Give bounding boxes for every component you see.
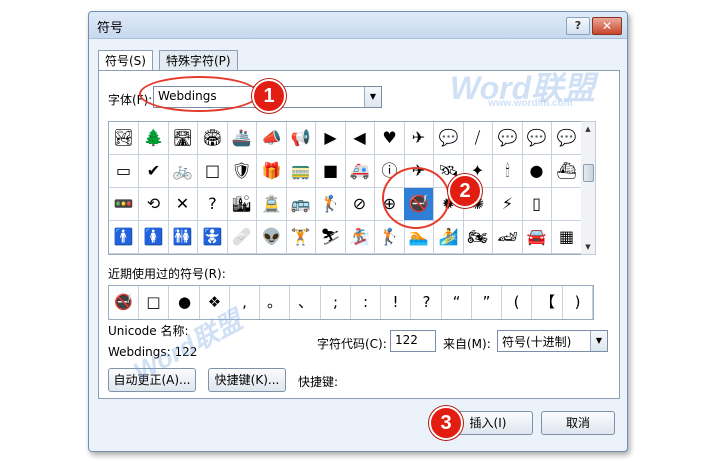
symbol-cell[interactable]: 🚊	[257, 188, 287, 221]
recent-symbol-cell[interactable]: ;	[321, 286, 351, 319]
recent-symbol-cell[interactable]: 、	[291, 286, 321, 319]
symbol-cell[interactable]: ⛴	[552, 155, 582, 188]
symbol-cell[interactable]: 🚻	[168, 221, 198, 254]
shortcut-label: 快捷键:	[298, 375, 339, 389]
font-callout-ellipse	[139, 76, 259, 112]
from-label: 来自(M):	[443, 337, 491, 351]
symbol-cell[interactable]: 💬	[434, 122, 464, 155]
char-code-value: 122	[395, 333, 418, 347]
recent-symbol-cell[interactable]: “	[442, 286, 472, 319]
symbol-cell[interactable]: 🚌	[286, 188, 316, 221]
help-button[interactable]: ?	[566, 17, 590, 35]
cancel-button[interactable]: 取消	[541, 411, 615, 435]
scroll-thumb[interactable]	[583, 164, 594, 182]
recent-symbol-cell[interactable]: ”	[472, 286, 502, 319]
scroll-up-arrow-icon[interactable]: ▲	[581, 122, 595, 136]
symbol-cell[interactable]: 🚹	[109, 221, 139, 254]
watermark-url: www.wordlm.com	[488, 98, 573, 109]
chevron-down-icon[interactable]: ▼	[364, 87, 381, 107]
recent-symbols-label: 近期使用过的符号(R):	[108, 267, 226, 281]
symbol-cell[interactable]: 🚑	[345, 155, 375, 188]
symbol-cell[interactable]: 🕯	[493, 155, 523, 188]
recent-symbol-cell[interactable]: 【	[533, 286, 563, 319]
shortcut-key-button[interactable]: 快捷键(K)...	[208, 368, 286, 392]
symbol-cell[interactable]: ⚡	[493, 188, 523, 221]
symbol-cell[interactable]	[552, 188, 582, 221]
symbol-cell[interactable]: ⧸	[463, 122, 493, 155]
symbol-cell[interactable]: 🏋	[286, 221, 316, 254]
step-2-badge: 2	[448, 174, 482, 208]
symbol-cell[interactable]: ▭	[109, 155, 139, 188]
symbol-cell[interactable]: 💬	[522, 122, 552, 155]
symbol-grid: 🏞 🌲 🛣 🏟 🚢 📣 📢 ▶ ◀ ♥ ✈ 💬 ⧸ 💬 💬 💬 ▭ ✔ 🚲 □ 🛡 🎁 🚃 ■ 🚑 ⓘ ✈ 🛰 ✦ 🕯 ● ⛴ 🚥 ⟲ ✕? 🏙 🚊 🚌 🏌…	[108, 121, 582, 255]
recent-symbol-cell[interactable]: :	[351, 286, 381, 319]
symbol-cell[interactable]: 💬	[552, 122, 582, 155]
symbol-cell[interactable]: 🏞	[109, 122, 139, 155]
symbol-cell[interactable]: 🏍	[463, 221, 493, 254]
char-code-label: 字符代码(C):	[317, 337, 387, 351]
symbol-cell[interactable]: ▶	[316, 122, 346, 155]
symbol-cell[interactable]: ✕	[168, 188, 198, 221]
symbol-cell[interactable]: 🏄	[434, 221, 464, 254]
symbol-cell[interactable]: ▯	[522, 188, 552, 221]
symbol-cell[interactable]: ♥	[375, 122, 405, 155]
symbol-cell[interactable]: □	[198, 155, 228, 188]
symbol-cell[interactable]: 🌲	[139, 122, 169, 155]
symbol-cell[interactable]: 🚺	[139, 221, 169, 254]
close-button[interactable]: ✕	[592, 17, 622, 35]
char-code-input[interactable]: 122	[390, 330, 436, 352]
symbol-cell[interactable]: 💬	[493, 122, 523, 155]
symbol-cell[interactable]: 🏎	[493, 221, 523, 254]
from-select-value: 符号(十进制)	[502, 335, 572, 349]
symbol-cell[interactable]: 🚲	[168, 155, 198, 188]
symbol-grid-scrollbar[interactable]: ▲ ▼	[581, 121, 596, 255]
symbol-callout-circle	[382, 167, 450, 229]
symbol-cell[interactable]: ⊘	[345, 188, 375, 221]
scroll-down-arrow-icon[interactable]: ▼	[581, 240, 595, 254]
symbol-cell[interactable]: 🏙	[227, 188, 257, 221]
recent-symbol-cell[interactable]: )	[563, 286, 593, 319]
chevron-down-icon[interactable]: ▼	[590, 331, 607, 351]
symbol-cell[interactable]: ⛷	[316, 221, 346, 254]
symbol-cell[interactable]: 🚘	[522, 221, 552, 254]
step-3-badge: 3	[429, 406, 463, 440]
symbol-cell[interactable]: ✈	[404, 122, 434, 155]
step-1-badge: 1	[252, 79, 286, 113]
symbol-cell[interactable]: 🚢	[227, 122, 257, 155]
recent-symbol-cell[interactable]: ?	[412, 286, 442, 319]
symbol-cell[interactable]: 👽	[257, 221, 287, 254]
symbol-cell[interactable]: 🩹	[227, 221, 257, 254]
symbol-cell[interactable]: 🏂	[345, 221, 375, 254]
symbol-cell[interactable]: 🏟	[198, 122, 228, 155]
symbol-cell[interactable]: ●	[522, 155, 552, 188]
recent-symbol-cell[interactable]: !	[381, 286, 411, 319]
recent-symbols-row: 🚭 □ ● ❖,。、;:!? “”(【)	[108, 285, 594, 320]
symbol-cell[interactable]: ▦	[552, 221, 582, 254]
symbol-cell[interactable]: ◀	[345, 122, 375, 155]
from-select[interactable]: 符号(十进制) ▼	[497, 330, 608, 352]
recent-symbol-cell[interactable]: ●	[170, 286, 200, 319]
dialog-title: 符号	[97, 21, 124, 36]
symbol-cell[interactable]: ✔	[139, 155, 169, 188]
symbol-cell[interactable]: ⟲	[139, 188, 169, 221]
title-bar: 符号 ? ✕	[89, 12, 627, 39]
tab-symbols[interactable]: 符号(S)	[98, 50, 153, 71]
symbol-cell[interactable]: 📣	[257, 122, 287, 155]
symbol-cell[interactable]: 📢	[286, 122, 316, 155]
recent-symbol-cell[interactable]: 🚭	[109, 286, 139, 319]
symbol-cell[interactable]: 🚥	[109, 188, 139, 221]
symbol-cell[interactable]: 🚃	[286, 155, 316, 188]
recent-symbol-cell[interactable]: □	[139, 286, 169, 319]
symbol-cell[interactable]: ?	[198, 188, 228, 221]
symbol-cell[interactable]: 🏌	[316, 188, 346, 221]
symbol-cell[interactable]: 🎁	[257, 155, 287, 188]
symbol-cell[interactable]: 🚼	[198, 221, 228, 254]
symbol-cell[interactable]: 🛣	[168, 122, 198, 155]
recent-symbol-cell[interactable]: 。	[260, 286, 290, 319]
symbol-cell[interactable]: ■	[316, 155, 346, 188]
symbol-cell[interactable]: 🛡	[227, 155, 257, 188]
tab-special-characters[interactable]: 特殊字符(P)	[159, 50, 238, 71]
recent-symbol-cell[interactable]: (	[502, 286, 532, 319]
